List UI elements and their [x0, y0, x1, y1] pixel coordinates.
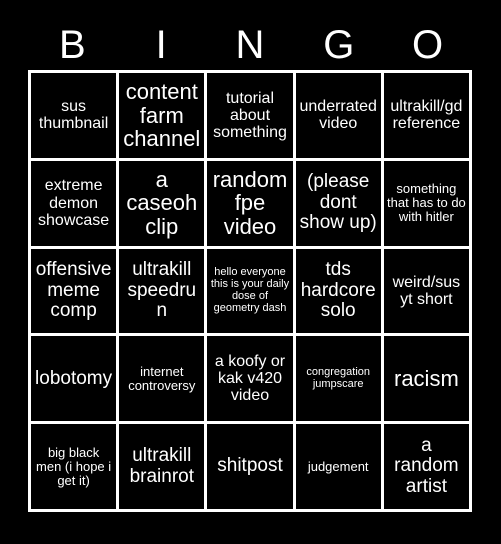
bingo-cell[interactable]: weird/sus yt short [383, 248, 469, 334]
bingo-cell[interactable]: racism [383, 336, 469, 422]
bingo-cell[interactable]: ultrakill brainrot [119, 424, 205, 509]
bingo-letter-o: O [412, 23, 444, 67]
bingo-letter-b: B [59, 23, 86, 67]
bingo-cell[interactable]: tutorial about something [207, 73, 293, 158]
bingo-cell[interactable]: lobotomy [31, 336, 117, 422]
bingo-cell[interactable]: judgement [295, 424, 381, 509]
bingo-cell[interactable]: a caseoh clip [119, 160, 205, 246]
bingo-cell[interactable]: something that has to do with hitler [383, 160, 469, 246]
bingo-cell[interactable]: ultrakill speedrun [119, 248, 205, 334]
bingo-cell[interactable]: a koofy or kak v420 video [207, 336, 293, 422]
bingo-cell[interactable]: ultrakill/gd reference [383, 73, 469, 158]
bingo-cell[interactable]: offensive meme comp [31, 248, 117, 334]
bingo-cell[interactable]: extreme demon showcase [31, 160, 117, 246]
bingo-letter-g: G [323, 23, 355, 67]
bingo-cell[interactable]: sus thumbnail [31, 73, 117, 158]
bingo-card: B I N G O sus thumbnail content farm cha… [0, 0, 501, 544]
bingo-grid: sus thumbnail content farm channel tutor… [28, 70, 472, 512]
bingo-cell[interactable]: tds hardcore solo [295, 248, 381, 334]
bingo-cell[interactable]: congregation jumpscare [295, 336, 381, 422]
bingo-cell[interactable]: hello everyone this is your daily dose o… [207, 248, 293, 334]
bingo-cell[interactable]: random fpe video [207, 160, 293, 246]
bingo-cell[interactable]: content farm channel [119, 73, 205, 158]
bingo-letter-i: I [155, 23, 167, 67]
bingo-header: B I N G O [28, 22, 472, 68]
bingo-cell[interactable]: big black men (i hope i get it) [31, 424, 117, 509]
bingo-cell[interactable]: a random artist [383, 424, 469, 509]
bingo-cell[interactable]: internet controversy [119, 336, 205, 422]
bingo-cell[interactable]: (please dont show up) [295, 160, 381, 246]
bingo-letter-n: N [235, 23, 265, 67]
bingo-cell[interactable]: underrated video [295, 73, 381, 158]
bingo-cell[interactable]: shitpost [207, 424, 293, 509]
